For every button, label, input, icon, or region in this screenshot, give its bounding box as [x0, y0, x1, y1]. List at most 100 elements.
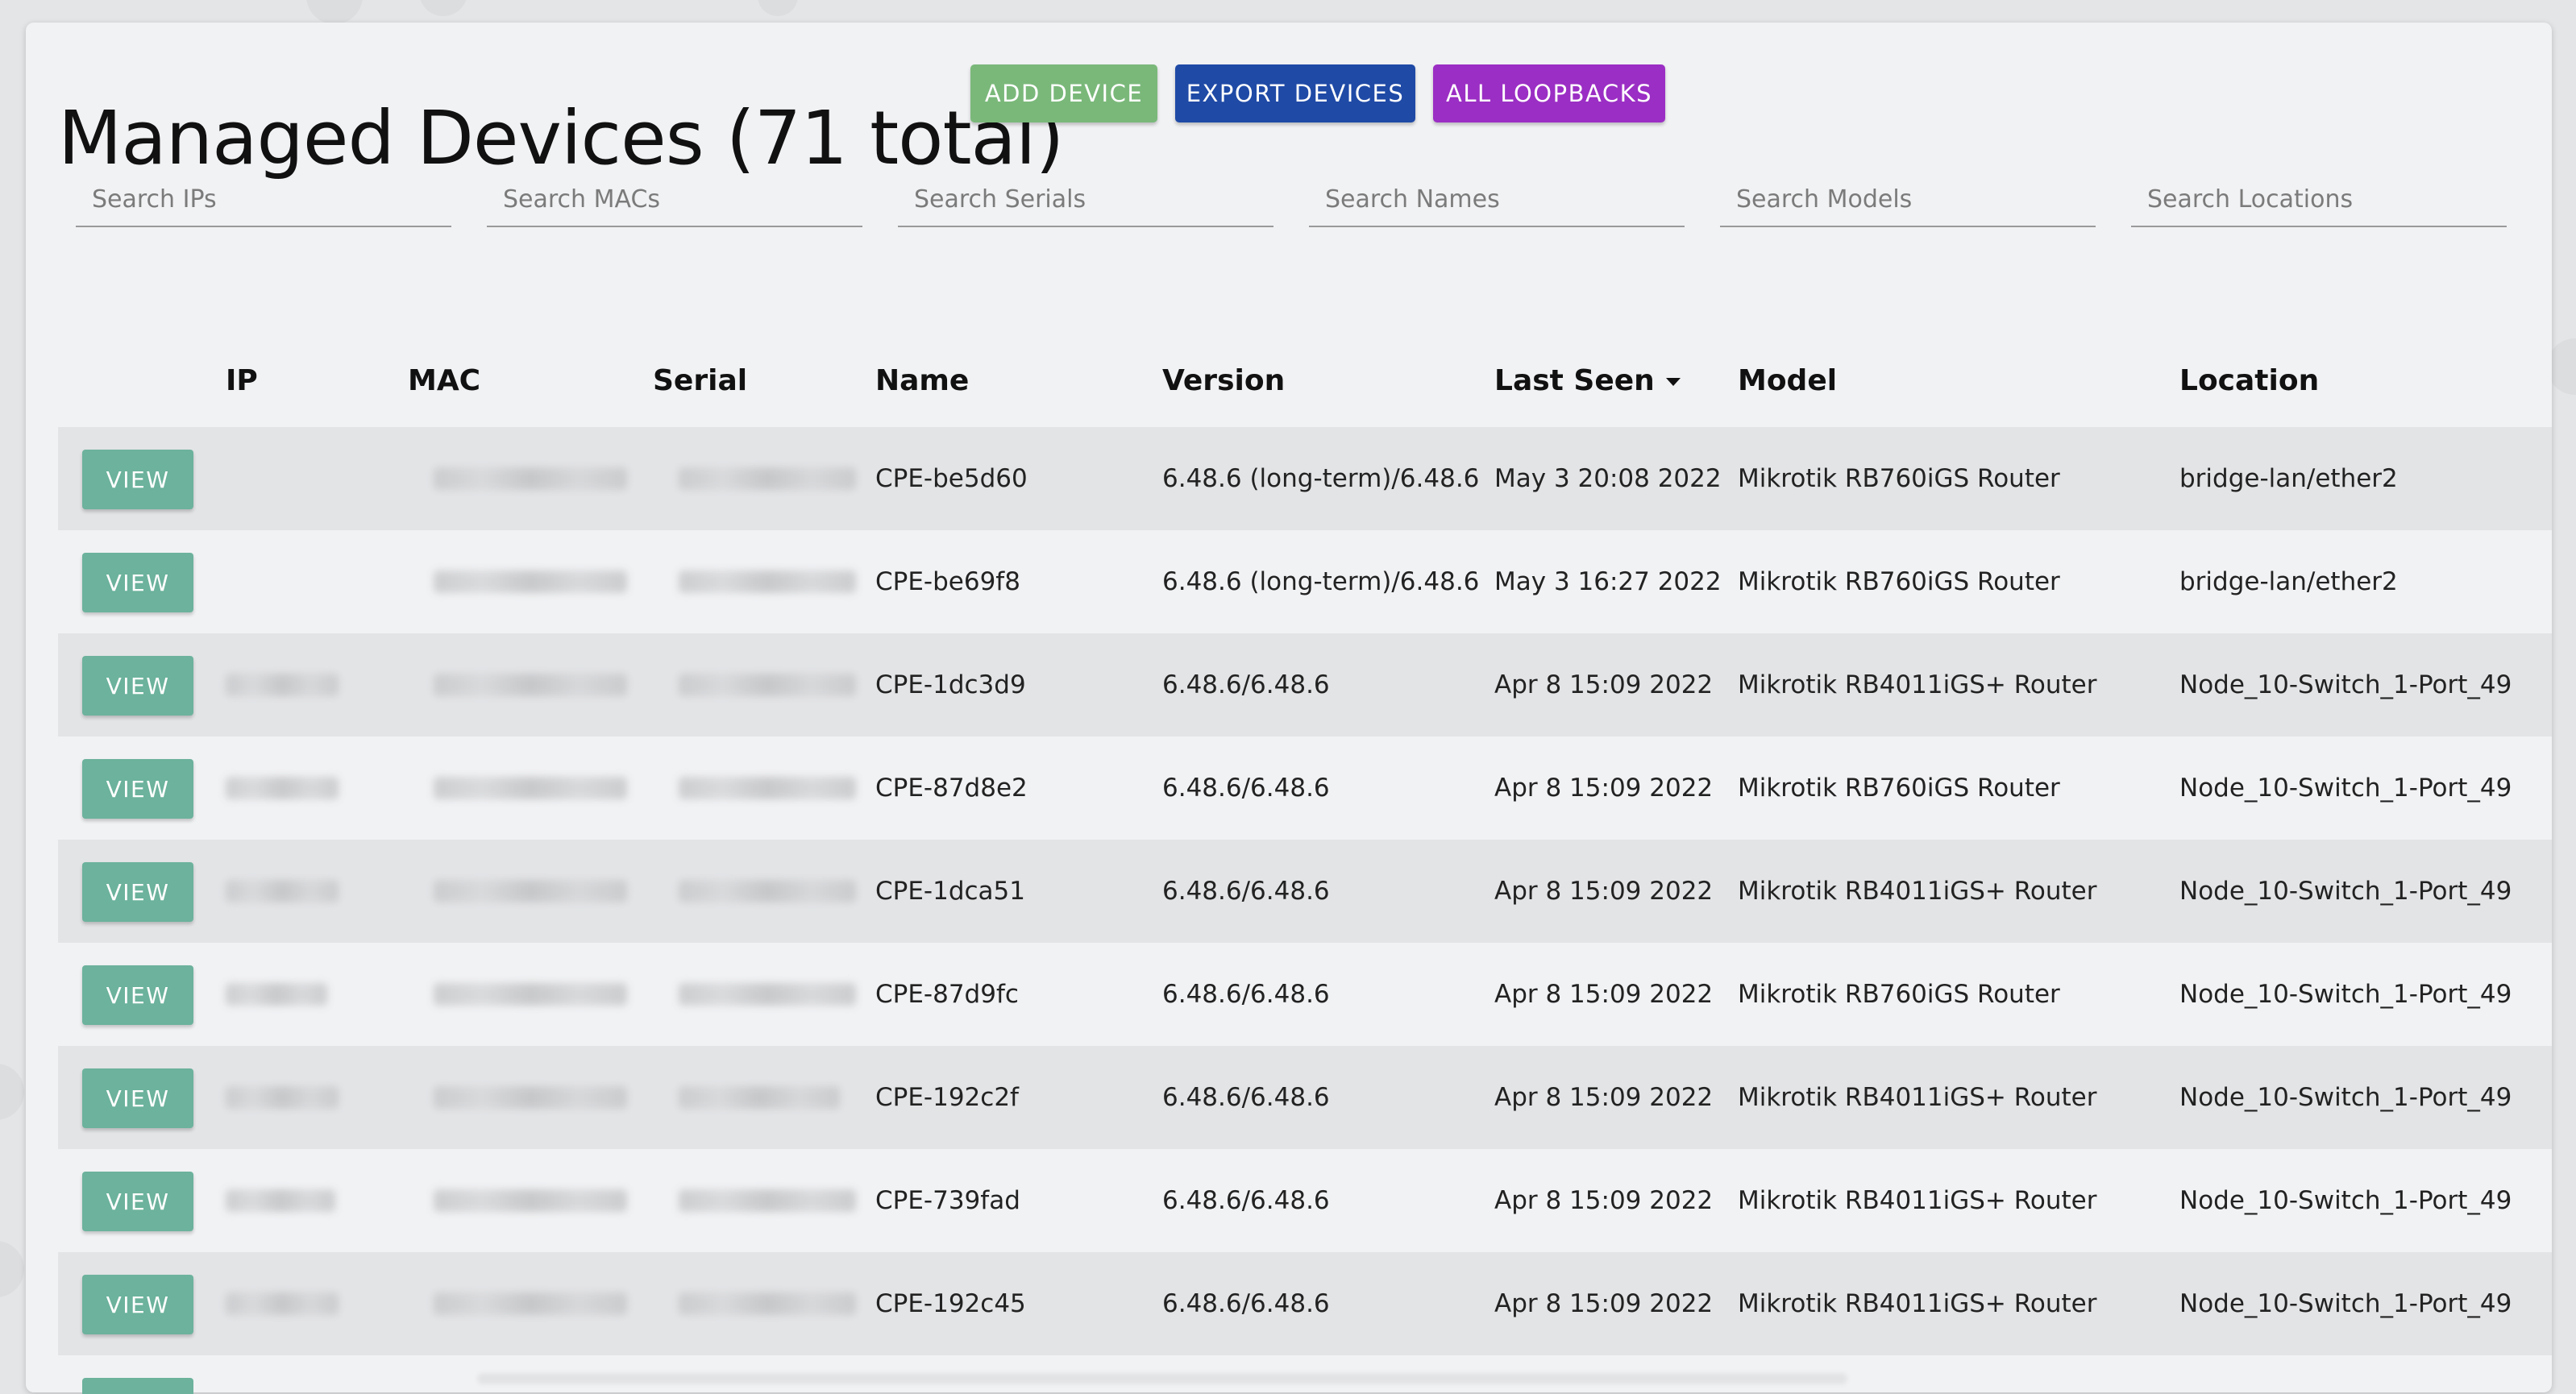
sort-descending-icon — [1665, 378, 1681, 386]
ip-cell-redacted — [226, 1189, 335, 1212]
column-header-last-seen[interactable]: Last Seen — [1494, 364, 1681, 397]
search-serials-input[interactable] — [898, 180, 1273, 227]
serial-cell-redacted — [679, 777, 856, 799]
view-button[interactable]: VIEW — [82, 862, 193, 922]
background-decoration — [758, 0, 798, 16]
mac-cell-redacted — [434, 467, 627, 490]
mac-cell-redacted — [434, 1086, 627, 1109]
column-header-model[interactable]: Model — [1738, 364, 1837, 397]
mac-cell-redacted — [434, 880, 627, 902]
column-header-serial[interactable]: Serial — [653, 364, 747, 397]
column-header-mac[interactable]: MAC — [408, 364, 480, 397]
search-models-input[interactable] — [1720, 180, 2096, 227]
version-cell: 6.48.6/6.48.6 — [1162, 1083, 1330, 1112]
ip-cell-redacted — [226, 880, 339, 902]
name-cell: CPE-192c2f — [875, 1083, 1019, 1112]
last-seen-cell: Apr 8 15:09 2022 — [1494, 877, 1714, 906]
search-locations-input[interactable] — [2131, 180, 2507, 227]
mac-cell-redacted — [434, 570, 627, 593]
location-cell: Node_10-Switch_1-Port_49 — [2179, 670, 2512, 699]
model-cell: Mikrotik RB760iGS Router — [1738, 464, 2060, 493]
view-button[interactable]: VIEW — [82, 1275, 193, 1334]
model-cell: Mikrotik RB4011iGS+ Router — [1738, 877, 2097, 906]
location-cell: Node_10-Switch_1-Port_49 — [2179, 980, 2512, 1009]
all-loopbacks-button[interactable]: ALL LOOPBACKS — [1433, 64, 1665, 122]
mac-cell-redacted — [434, 777, 627, 799]
version-cell: 6.48.6/6.48.6 — [1162, 1289, 1330, 1318]
last-seen-cell: Apr 8 15:09 2022 — [1494, 1083, 1714, 1112]
column-header-version[interactable]: Version — [1162, 364, 1285, 397]
view-button[interactable]: VIEW — [82, 965, 193, 1025]
serial-cell-redacted — [679, 1292, 856, 1315]
version-cell: 6.48.6 (long-term)/6.48.6 — [1162, 567, 1480, 596]
serial-cell-redacted — [679, 467, 856, 490]
table-header: IP MAC Serial Name Version Last Seen Mod… — [26, 334, 2552, 427]
export-devices-button[interactable]: EXPORT DEVICES — [1175, 64, 1415, 122]
search-macs-input[interactable] — [487, 180, 862, 227]
serial-cell-redacted — [679, 674, 856, 696]
view-button[interactable]: VIEW — [82, 553, 193, 612]
name-cell: CPE-192c45 — [875, 1289, 1026, 1318]
table-row: VIEW CPE-87d8e2 6.48.6/6.48.6 Apr 8 15:09 2… — [58, 736, 2552, 840]
table-row: VIEW CPE-87d9fc 6.48.6/6.48.6 Apr 8 15:09 2… — [58, 943, 2552, 1046]
model-cell: Mikrotik RB4011iGS+ Router — [1738, 1186, 2097, 1215]
name-cell: CPE-87d9fc — [875, 980, 1019, 1009]
table-row: VIEW CPE-be69f8 6.48.6 (long-term)/6.48.6 M… — [58, 530, 2552, 633]
version-cell: 6.48.6 (long-term)/6.48.6 — [1162, 464, 1480, 493]
view-button[interactable]: VIEW — [82, 1172, 193, 1231]
serial-cell-redacted — [679, 1086, 840, 1109]
last-seen-cell: May 3 16:27 2022 — [1494, 567, 1722, 596]
serial-cell-redacted — [679, 983, 856, 1006]
model-cell: Mikrotik RB4011iGS+ Router — [1738, 1289, 2097, 1318]
location-cell: Node_10-Switch_1-Port_49 — [2179, 1083, 2512, 1112]
ip-cell-redacted — [226, 674, 339, 696]
version-cell: 6.48.6/6.48.6 — [1162, 670, 1330, 699]
search-ips-input[interactable] — [76, 180, 451, 227]
model-cell: Mikrotik RB760iGS Router — [1738, 774, 2060, 803]
horizontal-scrollbar[interactable] — [477, 1373, 1847, 1384]
view-button-partial[interactable] — [82, 1378, 193, 1394]
last-seen-cell: Apr 8 15:09 2022 — [1494, 1289, 1714, 1318]
view-button[interactable]: VIEW — [82, 656, 193, 716]
last-seen-cell: Apr 8 15:09 2022 — [1494, 670, 1714, 699]
last-seen-cell: Apr 8 15:09 2022 — [1494, 980, 1714, 1009]
background-decoration — [0, 1064, 24, 1120]
column-header-location[interactable]: Location — [2179, 364, 2319, 397]
location-cell: Node_10-Switch_1-Port_49 — [2179, 1186, 2512, 1215]
name-cell: CPE-1dc3d9 — [875, 670, 1026, 699]
column-header-last-seen-label: Last Seen — [1494, 364, 1655, 397]
mac-cell-redacted — [434, 1189, 627, 1212]
devices-card: Managed Devices (71 total) ADD DEVICE EX… — [26, 23, 2552, 1394]
name-cell: CPE-be69f8 — [875, 567, 1020, 596]
devices-table-body: VIEW CPE-be5d60 6.48.6 (long-term)/6.48.6 M… — [58, 427, 2552, 1355]
view-button[interactable]: VIEW — [82, 1068, 193, 1128]
serial-cell-redacted — [679, 880, 856, 902]
view-button[interactable]: VIEW — [82, 759, 193, 819]
view-button[interactable]: VIEW — [82, 450, 193, 509]
last-seen-cell: Apr 8 15:09 2022 — [1494, 1186, 1714, 1215]
location-cell: Node_10-Switch_1-Port_49 — [2179, 1289, 2512, 1318]
ip-cell-redacted — [226, 1086, 339, 1109]
mac-cell-redacted — [434, 674, 627, 696]
location-cell: bridge-lan/ether2 — [2179, 464, 2398, 493]
serial-cell-redacted — [679, 570, 856, 593]
background-decoration — [0, 1241, 24, 1297]
ip-cell-redacted — [226, 1292, 339, 1315]
background-decoration — [419, 0, 467, 16]
ip-cell-redacted — [226, 983, 327, 1006]
location-cell: Node_10-Switch_1-Port_49 — [2179, 774, 2512, 803]
column-header-ip[interactable]: IP — [226, 364, 258, 397]
table-row: VIEW CPE-1dc3d9 6.48.6/6.48.6 Apr 8 15:09 2… — [58, 633, 2552, 736]
version-cell: 6.48.6/6.48.6 — [1162, 774, 1330, 803]
page-title: Managed Devices (71 total) — [58, 94, 1064, 181]
mac-cell-redacted — [434, 1292, 627, 1315]
version-cell: 6.48.6/6.48.6 — [1162, 1186, 1330, 1215]
location-cell: Node_10-Switch_1-Port_49 — [2179, 877, 2512, 906]
table-row: VIEW CPE-be5d60 6.48.6 (long-term)/6.48.6 M… — [58, 427, 2552, 530]
column-header-name[interactable]: Name — [875, 364, 969, 397]
add-device-button[interactable]: ADD DEVICE — [970, 64, 1157, 122]
model-cell: Mikrotik RB760iGS Router — [1738, 980, 2060, 1009]
search-names-input[interactable] — [1309, 180, 1685, 227]
last-seen-cell: May 3 20:08 2022 — [1494, 464, 1722, 493]
version-cell: 6.48.6/6.48.6 — [1162, 980, 1330, 1009]
